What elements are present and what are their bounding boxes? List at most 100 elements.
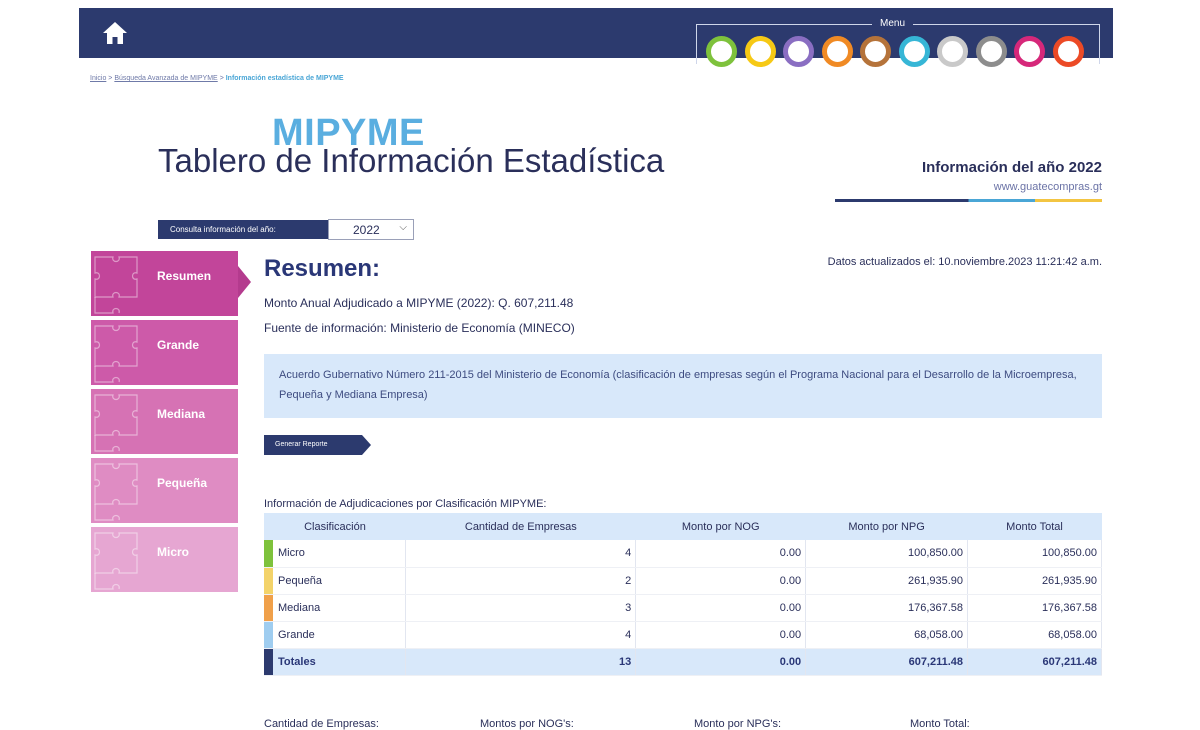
cell-nog: 0.00	[635, 594, 807, 622]
cell-total: 100,850.00	[967, 540, 1102, 568]
tab-label: Pequeña	[157, 476, 208, 490]
site-url[interactable]: www.guatecompras.gt	[994, 181, 1102, 193]
classification-label: Mediana	[278, 601, 321, 614]
breadcrumb-separator: >	[108, 75, 113, 82]
color-swatch	[264, 594, 273, 621]
cell-classification: Pequeña	[264, 567, 407, 595]
table-caption: Información de Adjudicaciones por Clasif…	[264, 498, 547, 510]
tab-label: Micro	[157, 545, 190, 559]
generate-report-button[interactable]: Generar Reporte	[264, 435, 371, 455]
tab-micro[interactable]: Micro	[91, 527, 238, 592]
puzzle-icon	[94, 394, 138, 452]
table-row: Micro 4 0.00 100,850.00 100,850.00	[264, 540, 1102, 568]
color-underline	[835, 199, 1102, 202]
color-swatch	[264, 648, 273, 675]
tab-label: Grande	[157, 338, 200, 352]
classification-table: Clasificación Cantidad de Empresas Monto…	[264, 513, 1102, 676]
year-select[interactable]: 2022 ⌵	[328, 219, 414, 240]
cell-total: 176,367.58	[967, 594, 1102, 622]
table-row: Totales 13 0.00 607,211.48 607,211.48	[264, 648, 1102, 676]
menu-circle-button[interactable]	[706, 36, 737, 67]
menu-circle-button[interactable]	[937, 36, 968, 67]
cell-npg: 176,367.58	[805, 594, 969, 622]
menu-circle-button[interactable]	[1052, 36, 1084, 67]
table-row: Pequeña 2 0.00 261,935.90 261,935.90	[264, 567, 1102, 595]
chevron-down-icon: ⌵	[399, 222, 407, 233]
menu-circle-button[interactable]	[898, 36, 930, 67]
classification-label: Grande	[278, 628, 315, 641]
color-swatch	[264, 621, 273, 648]
menu-circle-button[interactable]	[783, 36, 814, 67]
cell-npg: 261,935.90	[805, 567, 969, 595]
tab-resumen[interactable]: Resumen	[91, 251, 238, 316]
cell-empresas: 3	[405, 594, 637, 622]
updated-timestamp: Datos actualizados el: 10.noviembre.2023…	[827, 256, 1102, 268]
column-header: Monto Total	[967, 513, 1102, 540]
info-source: Fuente de información: Ministerio de Eco…	[264, 321, 575, 335]
cell-npg: 68,058.00	[805, 621, 969, 649]
tab-label: Mediana	[157, 407, 206, 421]
color-swatch	[264, 540, 273, 567]
column-header: Clasificación	[264, 513, 406, 540]
cell-nog: 0.00	[635, 648, 807, 676]
bottom-label-empresas: Cantidad de Empresas:	[264, 718, 379, 730]
info-year-heading: Información del año 2022	[921, 159, 1102, 176]
breadcrumb: Inicio > Búsqueda Avanzada de MIPYME > I…	[90, 75, 344, 82]
bottom-label-nog: Montos por NOG's:	[480, 718, 574, 730]
home-icon[interactable]	[101, 20, 129, 46]
tab-mediana[interactable]: Mediana	[91, 389, 238, 454]
menu-circle-button[interactable]	[821, 36, 853, 67]
menu-circle-button[interactable]	[744, 36, 776, 67]
breadcrumb-separator: >	[219, 75, 224, 82]
cell-empresas: 13	[405, 648, 637, 676]
cell-total: 607,211.48	[967, 648, 1102, 676]
menu-label: Menu	[872, 18, 914, 29]
tab-grande[interactable]: Grande	[91, 320, 238, 385]
cell-total: 68,058.00	[967, 621, 1102, 649]
notice-text: Acuerdo Gubernativo Número 211-2015 del …	[279, 369, 1077, 401]
cell-npg: 100,850.00	[805, 540, 969, 568]
cell-nog: 0.00	[635, 567, 807, 595]
bottom-label-npg: Monto por NPG's:	[694, 718, 782, 730]
classification-label: Totales	[278, 655, 316, 668]
cell-empresas: 4	[405, 621, 637, 649]
breadcrumb-home-link[interactable]: Inicio	[90, 75, 106, 82]
active-tab-arrow	[238, 266, 251, 298]
menu-circle-button[interactable]	[1014, 36, 1045, 67]
classification-label: Micro	[278, 547, 305, 560]
cell-classification: Mediana	[264, 594, 407, 622]
tab-label: Resumen	[157, 269, 212, 283]
breadcrumb-current: Información estadística de MIPYME	[225, 75, 344, 82]
year-selector-label: Consulta información del año:	[158, 220, 328, 239]
summary-heading: Resumen:	[264, 255, 381, 282]
menu-circle-button[interactable]	[975, 36, 1007, 67]
bottom-label-total: Monto Total:	[910, 718, 970, 730]
tab-pequea[interactable]: Pequeña	[91, 458, 238, 523]
cell-nog: 0.00	[635, 621, 807, 649]
menu-circle-button[interactable]	[860, 36, 891, 67]
classification-label: Pequeña	[278, 574, 323, 587]
year-select-value: 2022	[353, 223, 380, 237]
cell-npg: 607,211.48	[805, 648, 969, 676]
column-header: Monto por NOG	[635, 513, 806, 540]
cell-classification: Grande	[264, 621, 407, 649]
cell-classification: Totales	[264, 648, 407, 676]
breadcrumb-advanced-link[interactable]: Búsqueda Avanzada de MIPYME	[114, 75, 217, 82]
cell-classification: Micro	[264, 540, 407, 568]
table-row: Mediana 3 0.00 176,367.58 176,367.58	[264, 594, 1102, 622]
puzzle-icon	[94, 325, 138, 383]
column-header: Monto por NPG	[805, 513, 968, 540]
cell-empresas: 4	[405, 540, 637, 568]
puzzle-icon	[94, 532, 138, 590]
cell-empresas: 2	[405, 567, 637, 595]
page-title: Tablero de Información Estadística	[158, 142, 665, 179]
notice-box: Acuerdo Gubernativo Número 211-2015 del …	[264, 354, 1102, 418]
puzzle-icon	[94, 463, 138, 521]
cell-nog: 0.00	[635, 540, 807, 568]
cell-total: 261,935.90	[967, 567, 1102, 595]
annual-amount: Monto Anual Adjudicado a MIPYME (2022): …	[264, 296, 574, 310]
puzzle-icon	[94, 256, 138, 314]
table-row: Grande 4 0.00 68,058.00 68,058.00	[264, 621, 1102, 649]
color-swatch	[264, 567, 273, 594]
column-header: Cantidad de Empresas	[405, 513, 636, 540]
